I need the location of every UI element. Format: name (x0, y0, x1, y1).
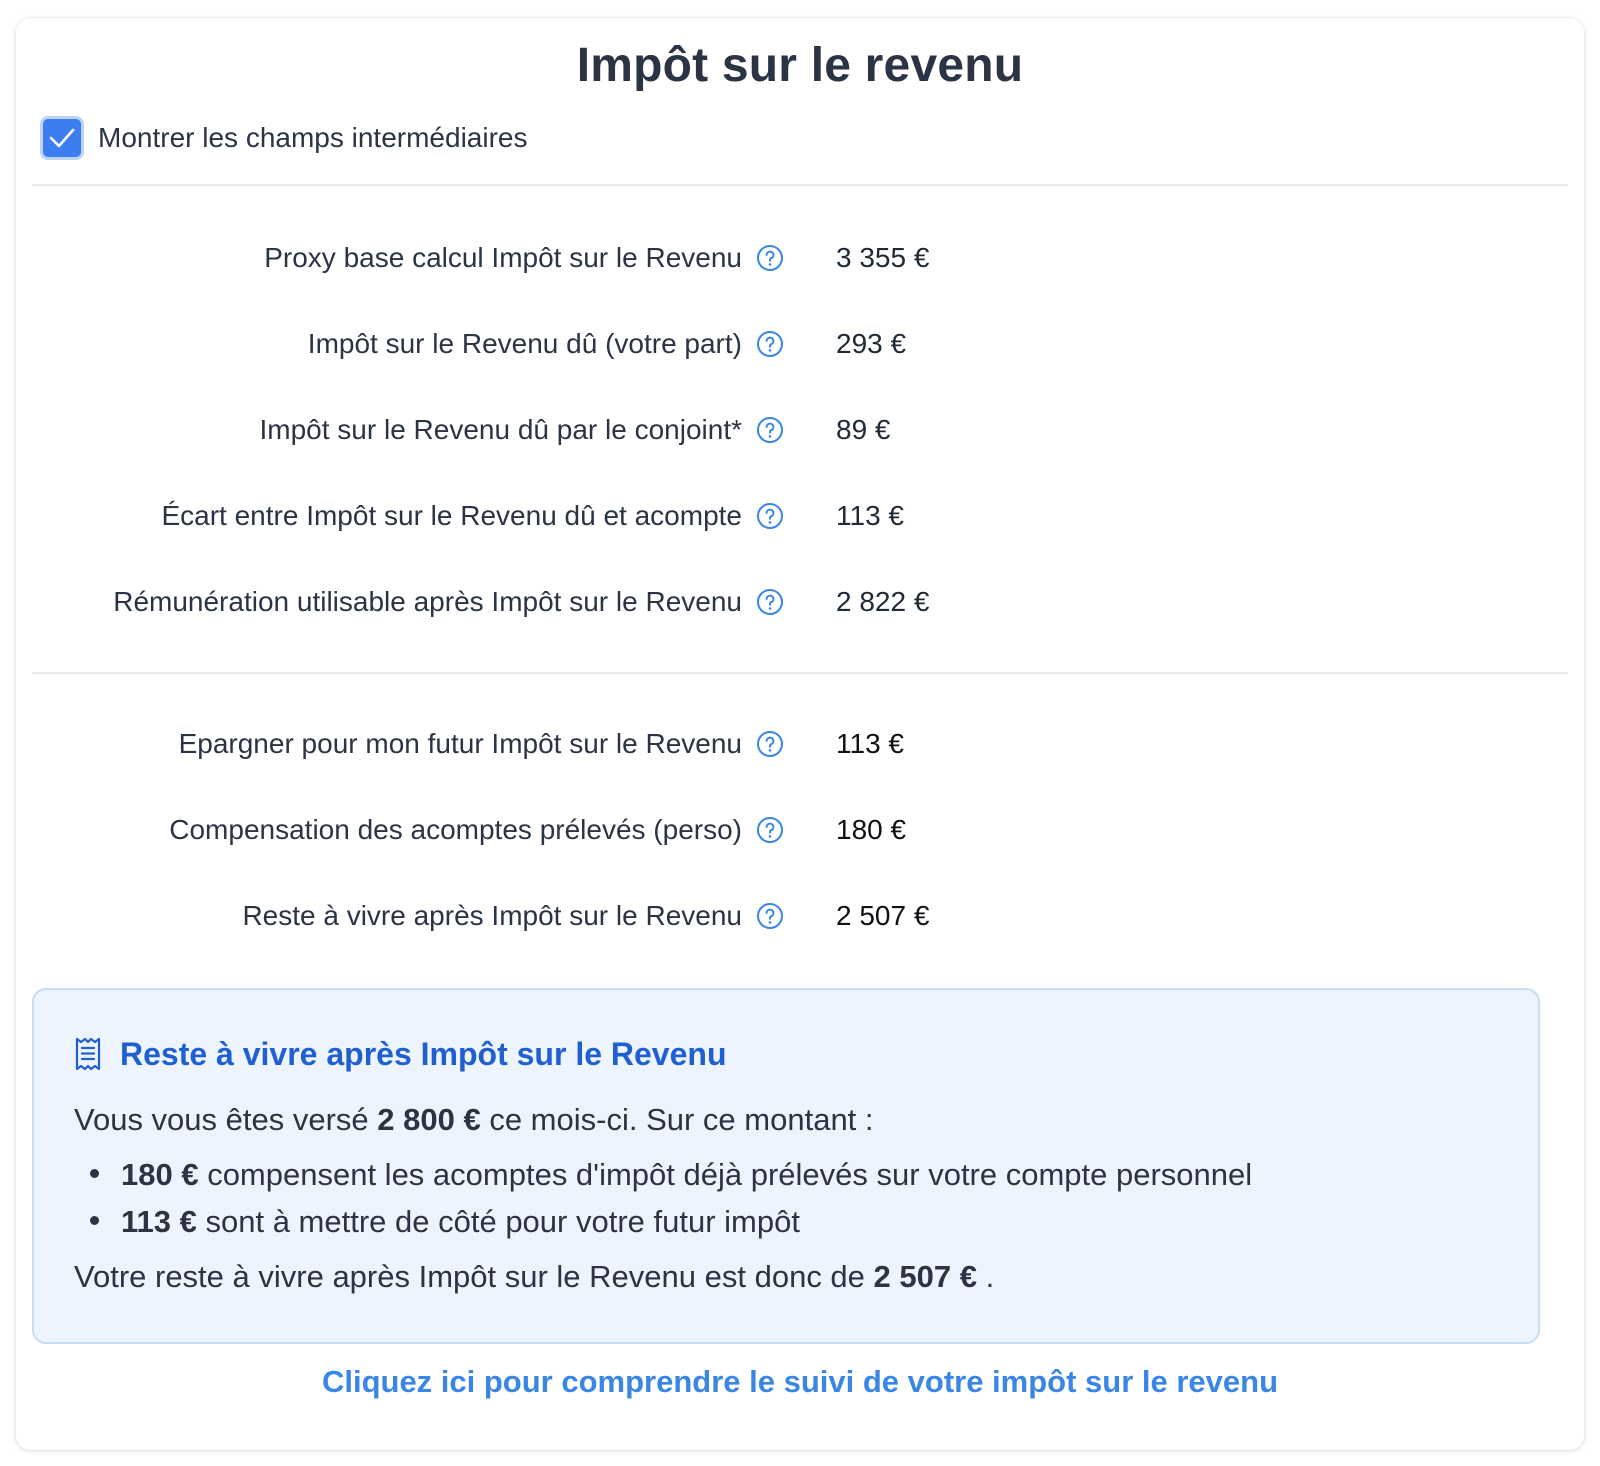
receipt-icon (75, 1037, 101, 1071)
question-circle-icon[interactable] (756, 330, 784, 358)
bullet-amount: 113 € (121, 1204, 197, 1239)
row-label: Proxy base calcul Impôt sur le Revenu (264, 242, 742, 273)
summary-conclusion-amount: 2 507 € (873, 1259, 977, 1294)
divider (32, 184, 1568, 186)
question-circle-icon[interactable] (756, 244, 784, 272)
checkbox-label: Montrer les champs intermédiaires (98, 122, 528, 153)
summary-intro-after: ce mois-ci. Sur ce montant : (480, 1102, 874, 1137)
question-circle-icon[interactable] (756, 416, 784, 444)
row-value: 113 € (836, 728, 904, 759)
understand-tax-tracking-link[interactable]: Cliquez ici pour comprendre le suivi de … (16, 1364, 1584, 1400)
bullet-text: sont à mettre de côté pour votre futur i… (196, 1204, 800, 1239)
question-circle-icon[interactable] (756, 816, 784, 844)
summary-box: Reste à vivre après Impôt sur le Revenu … (32, 988, 1540, 1344)
summary-intro-before: Vous vous êtes versé (74, 1102, 378, 1137)
summary-conclusion: Votre reste à vivre après Impôt sur le R… (74, 1259, 994, 1295)
divider (32, 672, 1568, 674)
row-value: 2 507 € (836, 900, 930, 931)
show-intermediate-fields-toggle[interactable]: Montrer les champs intermédiaires (40, 112, 528, 164)
question-circle-icon[interactable] (756, 502, 784, 530)
row-label: Compensation des acomptes prélevés (pers… (169, 814, 742, 845)
row-label: Écart entre Impôt sur le Revenu dû et ac… (161, 500, 742, 531)
row-label: Rémunération utilisable après Impôt sur … (113, 586, 742, 617)
row-label: Impôt sur le Revenu dû par le conjoint* (259, 414, 743, 445)
question-circle-icon[interactable] (756, 588, 784, 616)
question-circle-icon[interactable] (756, 730, 784, 758)
row-value: 2 822 € (836, 586, 930, 617)
summary-title-text: Reste à vivre après Impôt sur le Revenu (120, 1035, 727, 1072)
summary-intro: Vous vous êtes versé 2 800 € ce mois-ci.… (74, 1102, 874, 1138)
row-value: 293 € (836, 328, 907, 359)
income-tax-card: Impôt sur le revenu Montrer les champs i… (16, 18, 1584, 1450)
row-label: Reste à vivre après Impôt sur le Revenu (242, 900, 742, 931)
bullet-dot (90, 1169, 99, 1179)
bullet-dot (90, 1216, 99, 1226)
question-circle-icon[interactable] (756, 902, 784, 930)
summary-bullet: 113 € sont à mettre de côté pour votre f… (90, 1204, 800, 1240)
row-tax-due-own: Impôt sur le Revenu dû (votre part) 293 … (16, 322, 1584, 366)
summary-conclusion-after: . (976, 1259, 995, 1294)
row-save-future-tax: Epargner pour mon futur Impôt sur le Rev… (16, 722, 1584, 766)
summary-bullet: 180 € compensent les acomptes d'impôt dé… (90, 1157, 1252, 1193)
row-value: 89 € (836, 414, 891, 445)
checkbox[interactable] (40, 116, 84, 160)
row-remaining-to-live: Reste à vivre après Impôt sur le Revenu … (16, 894, 1584, 938)
summary-intro-amount: 2 800 € (377, 1102, 481, 1137)
row-value: 3 355 € (836, 242, 930, 273)
row-label: Epargner pour mon futur Impôt sur le Rev… (178, 728, 742, 759)
row-deposit-compensation: Compensation des acomptes prélevés (pers… (16, 808, 1584, 852)
summary-conclusion-before: Votre reste à vivre après Impôt sur le R… (74, 1259, 874, 1294)
row-gap-tax-deposit: Écart entre Impôt sur le Revenu dû et ac… (16, 494, 1584, 538)
bullet-amount: 180 € (121, 1157, 199, 1192)
bullet-text: compensent les acomptes d'impôt déjà pré… (198, 1157, 1253, 1192)
summary-title: Reste à vivre après Impôt sur le Revenu (74, 1034, 726, 1074)
row-value: 113 € (836, 500, 904, 531)
row-value: 180 € (836, 814, 907, 845)
row-proxy-base: Proxy base calcul Impôt sur le Revenu 3 … (16, 236, 1584, 280)
row-tax-due-spouse: Impôt sur le Revenu dû par le conjoint* … (16, 408, 1584, 452)
page-title: Impôt sur le revenu (576, 39, 1024, 92)
row-usable-pay: Rémunération utilisable après Impôt sur … (16, 580, 1584, 624)
row-label: Impôt sur le Revenu dû (votre part) (307, 328, 742, 359)
check-icon (49, 128, 75, 148)
